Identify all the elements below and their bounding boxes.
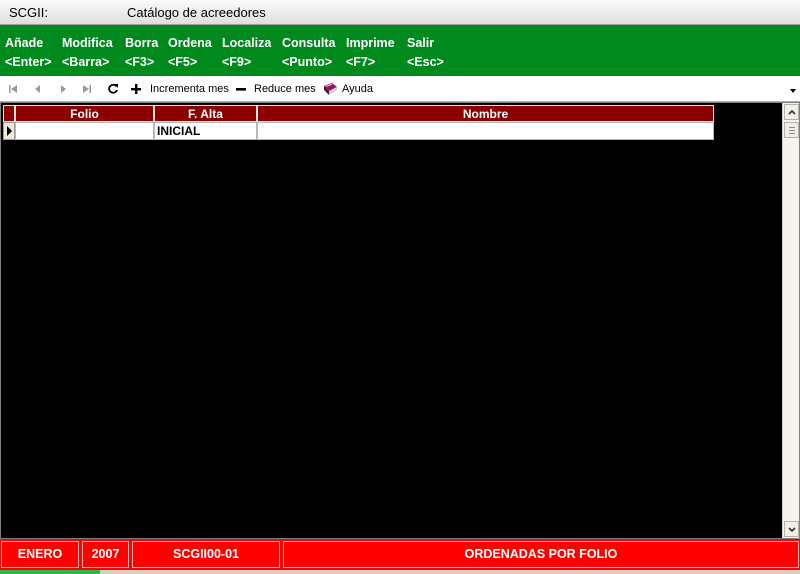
minus-icon	[236, 88, 246, 91]
window-title: Catálogo de acreedores	[127, 5, 266, 20]
next-record-icon	[61, 85, 66, 93]
column-header-folio[interactable]: Folio	[15, 105, 154, 122]
title-bar: SCGII: Catálogo de acreedores	[0, 0, 800, 25]
menu-bar: Añade <Enter> Modifica <Barra> Borra <F3> O…	[0, 25, 800, 76]
vertical-scrollbar[interactable]	[782, 103, 799, 538]
cell-nombre[interactable]	[257, 122, 714, 140]
status-code: SCGII00-01	[132, 541, 280, 568]
toolbar-dropdown-icon[interactable]	[789, 88, 797, 94]
first-record-icon	[9, 85, 17, 93]
scroll-up-button[interactable]	[784, 104, 799, 120]
cell-folio[interactable]	[15, 122, 154, 140]
help-label: Ayuda	[342, 83, 373, 95]
menu-exit[interactable]: Salir <Esc>	[407, 34, 444, 72]
next-record-button[interactable]	[58, 82, 68, 96]
plus-icon	[131, 84, 141, 94]
cell-fecha-alta[interactable]: INICIAL	[154, 122, 257, 140]
increment-month-label: Incrementa mes	[150, 83, 229, 95]
bottom-strip	[0, 570, 800, 574]
reduce-month-button[interactable]: Reduce mes	[236, 82, 316, 96]
increment-month-button[interactable]: Incrementa mes	[131, 82, 229, 96]
records-grid[interactable]: Folio F. Alta Nombre INICIAL	[0, 102, 800, 539]
help-button[interactable]: Ayuda	[322, 82, 373, 96]
menu-query[interactable]: Consulta <Punto>	[282, 34, 335, 72]
column-header-nombre[interactable]: Nombre	[257, 105, 714, 122]
column-header-fecha-alta[interactable]: F. Alta	[154, 105, 257, 122]
toolbar: Incrementa mes Reduce mes Ayuda	[0, 76, 800, 102]
chevron-down-icon	[787, 526, 796, 532]
previous-record-button[interactable]	[33, 82, 43, 96]
menu-delete[interactable]: Borra <F3>	[125, 34, 158, 72]
current-row-indicator[interactable]	[3, 122, 15, 140]
menu-sort[interactable]: Ordena <F5>	[168, 34, 212, 72]
status-month: ENERO	[1, 541, 79, 568]
previous-record-icon	[35, 85, 40, 93]
app-name: SCGII:	[9, 5, 49, 20]
first-record-button[interactable]	[8, 82, 18, 96]
last-record-icon	[83, 85, 91, 93]
help-book-icon	[324, 83, 337, 95]
reduce-month-label: Reduce mes	[254, 83, 316, 95]
status-bar: ENERO 2007 SCGII00-01 ORDENADAS POR FOLI…	[0, 539, 800, 570]
refresh-icon	[108, 83, 118, 94]
scroll-thumb[interactable]	[784, 122, 799, 138]
menu-print[interactable]: Imprime <F7>	[346, 34, 395, 72]
row-pointer-icon	[7, 126, 12, 136]
chevron-up-icon	[787, 109, 796, 115]
scroll-down-button[interactable]	[784, 521, 799, 537]
status-order: ORDENADAS POR FOLIO	[283, 541, 799, 568]
app-window: SCGII: Catálogo de acreedores Añade <Ente…	[0, 0, 800, 574]
menu-add[interactable]: Añade <Enter>	[5, 34, 52, 72]
menu-modify[interactable]: Modifica <Barra>	[62, 34, 113, 72]
grid-header-corner	[3, 105, 15, 122]
refresh-button[interactable]	[107, 82, 119, 96]
status-year: 2007	[82, 541, 129, 568]
last-record-button[interactable]	[82, 82, 92, 96]
menu-locate[interactable]: Localiza <F9>	[222, 34, 271, 72]
